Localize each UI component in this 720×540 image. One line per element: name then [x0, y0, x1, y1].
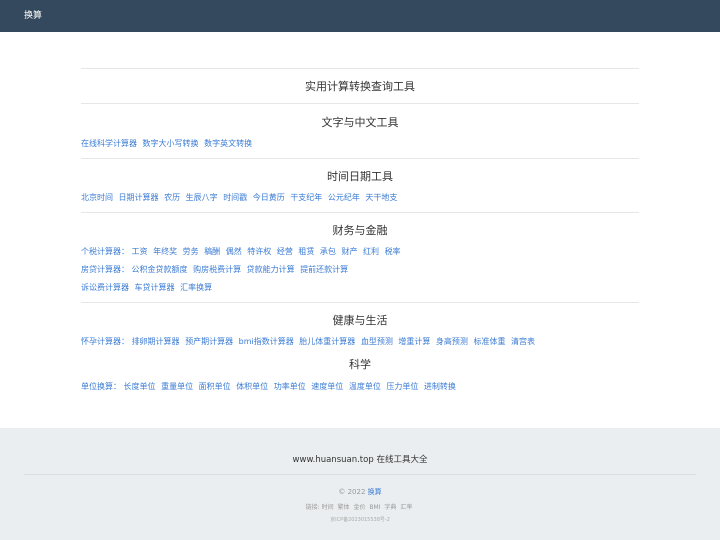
footer: www.huansuan.top 在线工具大全 © 2022 换算 链接: 时间… — [0, 428, 720, 540]
copyright-text: © 2022 — [338, 488, 366, 496]
link-blood-type[interactable]: 血型预测 — [361, 337, 393, 346]
link-row: 怀孕计算器： 排卵期计算器 预产期计算器 bmi指数计算器 胎儿体重计算器 血型… — [81, 337, 639, 347]
link-unit-power[interactable]: 功率单位 — [274, 382, 306, 391]
link-exchange-rate[interactable]: 汇率换算 — [180, 283, 212, 292]
link-height-predict[interactable]: 身高预测 — [436, 337, 468, 346]
footer-divider — [24, 474, 696, 475]
link-standard-weight[interactable]: 标准体重 — [473, 337, 505, 346]
link-tax-rate[interactable]: 税率 — [385, 247, 401, 256]
footer-link-traditional[interactable]: 繁体 — [338, 504, 350, 511]
divider — [81, 158, 639, 159]
link-timestamp[interactable]: 时间戳 — [223, 193, 247, 202]
link-fetal-weight[interactable]: 胎儿体重计算器 — [299, 337, 355, 346]
footer-title: www.huansuan.top 在线工具大全 — [292, 455, 428, 465]
link-number-case-convert[interactable]: 数字大小写转换 — [143, 139, 199, 148]
friend-links: 链接: 时间 繁体 金价 BMI 字典 汇率 — [0, 502, 720, 511]
brand-link[interactable]: 换算 — [24, 10, 42, 22]
link-unit-area[interactable]: 面积单位 — [199, 382, 231, 391]
link-tax-dividend[interactable]: 红利 — [363, 247, 379, 256]
link-bmi[interactable]: bmi指数计算器 — [239, 337, 294, 346]
icp-record[interactable]: 京ICP备2023015538号-2 — [0, 516, 720, 523]
link-unit-weight[interactable]: 重量单位 — [161, 382, 193, 391]
link-unit-pressure[interactable]: 压力单位 — [386, 382, 418, 391]
link-tiangan-dizhi[interactable]: 天干地支 — [365, 193, 397, 202]
row-label: 怀孕计算器： — [81, 337, 129, 346]
link-ad-year[interactable]: 公元纪年 — [328, 193, 360, 202]
link-fund-loan-limit[interactable]: 公积金贷款额度 — [132, 265, 188, 274]
link-weight-gain[interactable]: 增重计算 — [398, 337, 430, 346]
link-row: 单位换算： 长度单位 重量单位 面积单位 体积单位 功率单位 速度单位 温度单位… — [81, 382, 639, 392]
section-title: 财务与金融 — [332, 224, 388, 237]
link-due-date[interactable]: 预产期计算器 — [185, 337, 233, 346]
link-ovulation[interactable]: 排卵期计算器 — [132, 337, 180, 346]
copyright-link[interactable]: 换算 — [368, 488, 382, 496]
link-tax-salary[interactable]: 工资 — [132, 247, 148, 256]
link-almanac[interactable]: 今日黄历 — [253, 193, 285, 202]
link-tax-contract[interactable]: 承包 — [320, 247, 336, 256]
link-tax-incidental[interactable]: 偶然 — [226, 247, 242, 256]
link-gender-chart[interactable]: 清宫表 — [511, 337, 535, 346]
link-row: 个税计算器： 工资 年终奖 劳务 稿酬 偶然 特许权 经营 租赁 承包 财产 红… — [81, 247, 639, 257]
row-label: 个税计算器： — [81, 247, 129, 256]
page-title: 实用计算转换查询工具 — [305, 80, 415, 93]
section-science: 科学 单位换算： 长度单位 重量单位 面积单位 体积单位 功率单位 速度单位 温… — [81, 358, 639, 392]
footer-link-exchange-rate[interactable]: 汇率 — [400, 504, 412, 511]
link-tax-property[interactable]: 财产 — [341, 247, 357, 256]
divider — [81, 212, 639, 213]
links-label: 链接: — [305, 504, 320, 511]
link-number-english-convert[interactable]: 数字英文转换 — [204, 139, 252, 148]
link-row: 北京时间 日期计算器 农历 生辰八字 时间戳 今日黄历 干支纪年 公元纪年 天干… — [81, 193, 639, 203]
link-row: 在线科学计算器 数字大小写转换 数字英文转换 — [81, 139, 639, 149]
footer-link-dictionary[interactable]: 字典 — [384, 504, 396, 511]
link-row: 诉讼费计算器 车贷计算器 汇率换算 — [81, 283, 639, 293]
footer-link-bmi[interactable]: BMI — [369, 504, 380, 511]
link-litigation-fee[interactable]: 诉讼费计算器 — [81, 283, 129, 292]
link-unit-temperature[interactable]: 温度单位 — [349, 382, 381, 391]
section-title: 时间日期工具 — [327, 170, 393, 183]
row-label: 单位换算： — [81, 382, 121, 391]
link-unit-speed[interactable]: 速度单位 — [311, 382, 343, 391]
link-bazi[interactable]: 生辰八字 — [186, 193, 218, 202]
footer-link-gold-price[interactable]: 金价 — [353, 504, 365, 511]
tools-container: 实用计算转换查询工具 文字与中文工具 在线科学计算器 数字大小写转换 数字英文转… — [81, 68, 639, 392]
link-row: 房贷计算器： 公积金贷款额度 购房税费计算 贷款能力计算 提前还款计算 — [81, 265, 639, 275]
section-title: 文字与中文工具 — [321, 116, 399, 129]
link-tax-labor[interactable]: 劳务 — [183, 247, 199, 256]
link-scientific-calculator[interactable]: 在线科学计算器 — [81, 139, 137, 148]
link-beijing-time[interactable]: 北京时间 — [81, 193, 113, 202]
top-navbar: 换算 — [0, 0, 720, 32]
row-label: 房贷计算器： — [81, 265, 129, 274]
link-unit-volume[interactable]: 体积单位 — [236, 382, 268, 391]
section-health-life: 健康与生活 怀孕计算器： 排卵期计算器 预产期计算器 bmi指数计算器 胎儿体重… — [81, 314, 639, 347]
link-prepayment[interactable]: 提前还款计算 — [300, 265, 348, 274]
footer-link-time[interactable]: 时间 — [322, 504, 334, 511]
link-tax-business[interactable]: 经营 — [277, 247, 293, 256]
section-text-tools: 文字与中文工具 在线科学计算器 数字大小写转换 数字英文转换 — [81, 116, 639, 149]
link-tax-license[interactable]: 特许权 — [247, 247, 271, 256]
copyright: © 2022 换算 — [0, 487, 720, 497]
divider — [81, 103, 639, 104]
section-datetime-tools: 时间日期工具 北京时间 日期计算器 农历 生辰八字 时间戳 今日黄历 干支纪年 … — [81, 170, 639, 203]
divider — [81, 302, 639, 303]
link-date-calculator[interactable]: 日期计算器 — [119, 193, 159, 202]
section-title: 健康与生活 — [332, 314, 388, 327]
link-loan-ability[interactable]: 贷款能力计算 — [247, 265, 295, 274]
link-tax-royalty[interactable]: 稿酬 — [204, 247, 220, 256]
link-car-loan[interactable]: 车贷计算器 — [135, 283, 175, 292]
link-house-tax[interactable]: 购房税费计算 — [193, 265, 241, 274]
section-finance: 财务与金融 个税计算器： 工资 年终奖 劳务 稿酬 偶然 特许权 经营 租赁 承… — [81, 224, 639, 293]
link-tax-lease[interactable]: 租赁 — [298, 247, 314, 256]
link-ganzhi-year[interactable]: 干支纪年 — [290, 193, 322, 202]
link-base-convert[interactable]: 进制转换 — [424, 382, 456, 391]
link-unit-length[interactable]: 长度单位 — [124, 382, 156, 391]
link-lunar-calendar[interactable]: 农历 — [164, 193, 180, 202]
link-tax-bonus[interactable]: 年终奖 — [153, 247, 177, 256]
section-title: 科学 — [349, 358, 371, 371]
